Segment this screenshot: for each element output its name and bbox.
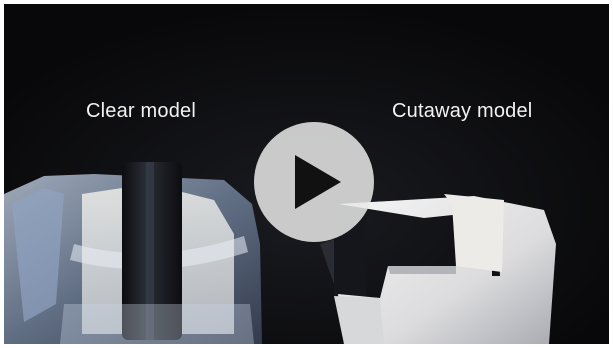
clear-model-label: Clear model: [86, 100, 197, 122]
play-icon: [295, 155, 341, 209]
cutaway-model-label: Cutaway model: [392, 100, 533, 122]
video-player[interactable]: Clear model Cutaway model: [4, 4, 609, 344]
clear-model-image: [4, 162, 262, 344]
play-button[interactable]: [254, 122, 374, 242]
